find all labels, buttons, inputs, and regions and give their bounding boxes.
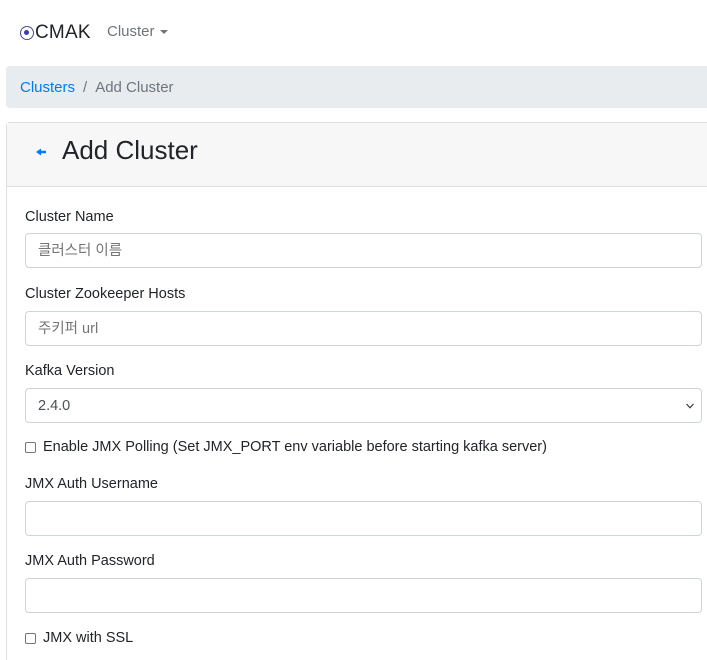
- breadcrumb: Clusters / Add Cluster: [6, 66, 707, 108]
- cluster-dropdown-label: Cluster: [107, 23, 155, 40]
- jmx-ssl-row: JMX with SSL: [25, 630, 133, 646]
- breadcrumb-separator: /: [83, 78, 88, 96]
- arrow-left-icon[interactable]: [34, 145, 48, 159]
- jmx-polling-label: Enable JMX Polling (Set JMX_PORT env var…: [43, 439, 547, 455]
- jmx-polling-row: Enable JMX Polling (Set JMX_PORT env var…: [25, 439, 547, 455]
- cluster-name-label: Cluster Name: [25, 209, 114, 225]
- cluster-dropdown[interactable]: Cluster: [107, 23, 168, 40]
- breadcrumb-clusters-link[interactable]: Clusters: [20, 79, 75, 96]
- jmx-ssl-checkbox[interactable]: [25, 632, 36, 644]
- kafka-version-select[interactable]: 2.4.0: [25, 388, 702, 423]
- chevron-down-icon: [686, 403, 694, 409]
- kafka-version-selected: 2.4.0: [38, 397, 71, 414]
- zookeeper-hosts-label: Cluster Zookeeper Hosts: [25, 286, 186, 302]
- zookeeper-hosts-input[interactable]: [25, 311, 702, 346]
- breadcrumb-current: Add Cluster: [95, 78, 174, 96]
- add-cluster-card: Add Cluster Cluster Name Cluster Zookeep…: [6, 122, 707, 660]
- kafka-version-label: Kafka Version: [25, 363, 115, 379]
- jmx-username-input[interactable]: [25, 501, 702, 536]
- cluster-name-input[interactable]: [25, 233, 702, 268]
- jmx-username-label: JMX Auth Username: [25, 476, 158, 492]
- jmx-password-input[interactable]: [25, 578, 702, 613]
- jmx-ssl-label: JMX with SSL: [43, 630, 134, 646]
- brand-link[interactable]: CMAK: [20, 22, 91, 44]
- jmx-polling-checkbox[interactable]: [25, 441, 36, 453]
- navbar: CMAK Cluster: [0, 0, 707, 66]
- cmak-logo-icon: [20, 26, 34, 40]
- page-title: Add Cluster: [62, 135, 198, 165]
- brand-name: CMAK: [35, 22, 91, 43]
- jmx-password-label: JMX Auth Password: [25, 553, 155, 569]
- caret-down-icon: [159, 29, 168, 34]
- card-header: Add Cluster: [7, 123, 707, 187]
